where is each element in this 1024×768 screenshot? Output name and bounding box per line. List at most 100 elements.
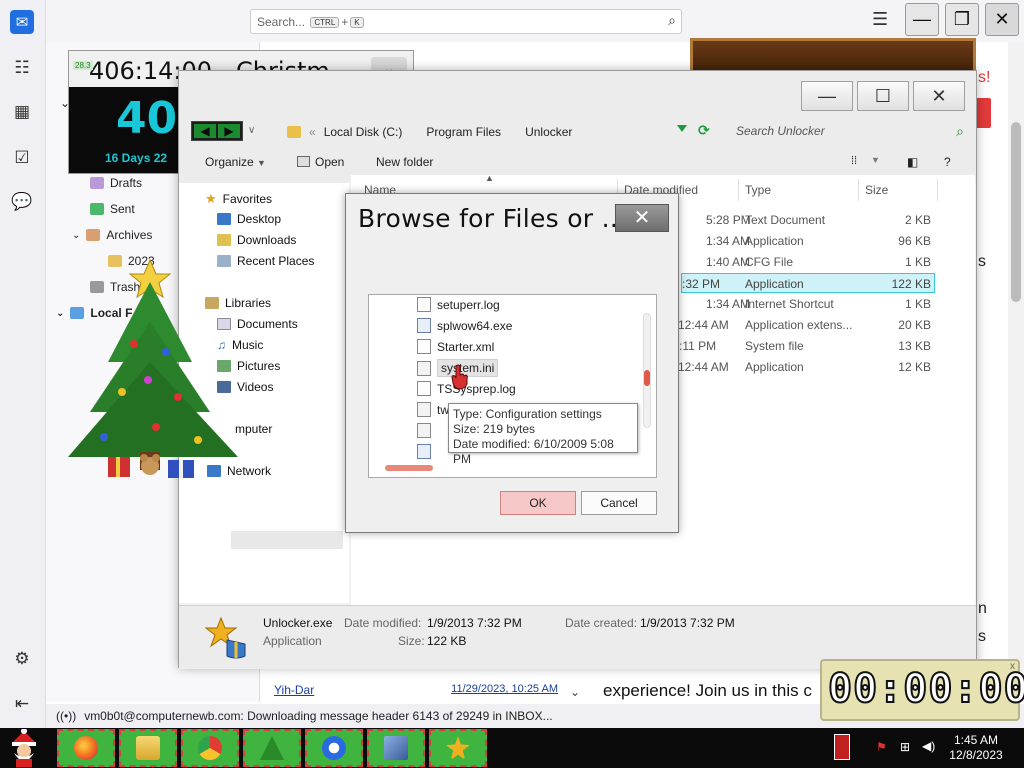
nav-label: Recent Places xyxy=(237,254,315,268)
column-size[interactable]: Size xyxy=(865,183,888,197)
network-icon[interactable]: ⊞ xyxy=(900,740,910,754)
file-row-selected[interactable]: :32 PM Application 122 KB xyxy=(681,273,935,293)
nav-desktop[interactable]: Desktop xyxy=(217,212,281,226)
breadcrumb-unlocker[interactable]: Unlocker xyxy=(525,125,572,139)
view-options-icon[interactable]: ⁞⁞ xyxy=(851,155,857,167)
christmas-tree-icon xyxy=(260,736,284,760)
breadcrumb-local-disk[interactable]: Local Disk (C:) xyxy=(324,125,403,139)
tree-item[interactable]: Starter.xml xyxy=(417,339,494,354)
new-folder-button[interactable]: New folder xyxy=(376,155,433,169)
taskbar-explorer[interactable] xyxy=(119,729,177,767)
cancel-button[interactable]: Cancel xyxy=(581,491,657,515)
settings-gear-icon[interactable]: ⚙ xyxy=(10,647,34,671)
chevron-down-icon[interactable]: ▼ xyxy=(871,155,880,165)
details-size: 122 KB xyxy=(427,634,467,648)
column-divider[interactable] xyxy=(738,179,739,201)
help-icon[interactable]: ? xyxy=(944,155,951,169)
taskbar-christmas-tree[interactable] xyxy=(243,729,301,767)
tree-item[interactable] xyxy=(417,423,437,438)
downloads-icon xyxy=(217,234,231,246)
ini-file-icon xyxy=(417,402,431,417)
thunderbird-icon xyxy=(322,736,346,760)
folder-label: Drafts xyxy=(110,176,143,190)
minimize-button[interactable]: — xyxy=(905,3,939,36)
taskbar-firefox[interactable] xyxy=(57,729,115,767)
details-date-modified: 1/9/2013 7:32 PM xyxy=(427,616,522,630)
explorer-close-button[interactable]: ✕ xyxy=(913,81,965,111)
file-type: CFG File xyxy=(745,255,793,269)
dialog-close-button[interactable]: ✕ xyxy=(615,204,669,232)
file-size: 1 KB xyxy=(904,255,931,269)
tree-horizontal-scrollbar[interactable] xyxy=(385,465,433,471)
action-center-flag-icon[interactable]: ⚑ xyxy=(876,740,887,754)
calendar-icon[interactable]: ▦ xyxy=(10,100,34,124)
column-type[interactable]: Type xyxy=(745,183,771,197)
address-dropdown-icon[interactable] xyxy=(677,125,687,132)
address-book-icon[interactable]: ☷ xyxy=(10,56,34,80)
nav-favorites[interactable]: ★ Favorites xyxy=(205,191,272,207)
collapse-icon[interactable]: ⇤ xyxy=(10,692,34,716)
preview-pane-icon[interactable]: ◧ xyxy=(907,155,918,169)
tree-vertical-scrollbar[interactable] xyxy=(643,313,651,428)
forward-arrow-icon[interactable]: ▶ xyxy=(218,124,240,138)
back-arrow-icon[interactable]: ◀ xyxy=(194,124,216,138)
taskbar-unlocker[interactable] xyxy=(429,729,487,767)
log-file-icon xyxy=(417,381,431,396)
archive-icon xyxy=(86,229,101,241)
search-icon[interactable]: ⌕ xyxy=(956,123,964,140)
taskbar-setup[interactable] xyxy=(367,729,425,767)
explorer-maximize-button[interactable]: ☐ xyxy=(857,81,909,111)
close-icon[interactable]: x xyxy=(1010,661,1015,672)
file-tooltip: Type: Configuration settings Size: 219 b… xyxy=(448,403,638,466)
tooltip-type: Type: Configuration settings xyxy=(453,407,602,421)
volume-icon[interactable]: ◀) xyxy=(922,739,935,753)
tree-item[interactable]: setuperr.log xyxy=(417,297,500,312)
nav-label: Favorites xyxy=(222,192,273,206)
folder-archives[interactable]: ⌄ Archives xyxy=(72,228,152,242)
restore-button[interactable]: ❐ xyxy=(945,3,979,36)
tree-item[interactable] xyxy=(417,444,437,459)
nav-downloads[interactable]: Downloads xyxy=(217,233,296,247)
message-row[interactable]: Yih-Dar 11/29/2023, 10:25 AM xyxy=(274,683,564,701)
chat-icon[interactable]: 💬 xyxy=(10,190,34,214)
open-button[interactable]: Open xyxy=(297,155,344,169)
global-search-input[interactable]: Search... CTRL + K ⌕ xyxy=(250,9,682,34)
app-menu-icon[interactable]: ☰ xyxy=(872,9,888,30)
folder-sent[interactable]: Sent xyxy=(90,202,135,216)
tree-item[interactable]: tw xyxy=(417,402,449,417)
scrollbar-thumb[interactable] xyxy=(1011,122,1021,302)
xml-file-icon xyxy=(417,339,431,354)
explorer-minimize-button[interactable]: — xyxy=(801,81,853,111)
taskbar-chrome[interactable] xyxy=(181,729,239,767)
folder-drafts[interactable]: Drafts xyxy=(90,176,142,190)
preview-scrollbar[interactable] xyxy=(1008,42,1024,702)
column-divider[interactable] xyxy=(937,179,938,201)
taskbar-thunderbird[interactable] xyxy=(305,729,363,767)
refresh-icon[interactable]: ⟳ xyxy=(698,122,710,139)
chevron-down-icon[interactable]: ⌄ xyxy=(570,685,580,699)
close-button[interactable]: ✕ xyxy=(985,3,1019,36)
scrollbar-thumb[interactable] xyxy=(644,370,650,386)
search-icon[interactable]: ⌕ xyxy=(668,12,676,29)
stopwatch-widget[interactable]: 00:00:00 x xyxy=(820,659,1024,721)
tree-item[interactable]: splwow64.exe xyxy=(417,318,512,333)
address-bar[interactable]: « Local Disk (C:) Program Files Unlocker xyxy=(287,121,717,143)
history-dropdown-icon[interactable]: ∨ xyxy=(248,125,255,136)
organize-button[interactable]: Organize ▼ xyxy=(205,155,266,169)
countdown-days: 16 Days 22 xyxy=(105,151,168,165)
ok-button[interactable]: OK xyxy=(500,491,576,515)
start-button-santa-icon[interactable] xyxy=(4,729,44,767)
breadcrumb-program-files[interactable]: Program Files xyxy=(426,125,501,139)
column-divider[interactable] xyxy=(858,179,859,201)
exe-file-icon xyxy=(417,318,431,333)
chevron-down-icon: ⌄ xyxy=(72,229,81,241)
file-size: 2 KB xyxy=(904,213,931,227)
mail-icon[interactable]: ✉ xyxy=(10,10,34,34)
tray-red-icon[interactable] xyxy=(834,734,850,760)
tasks-icon[interactable]: ☑ xyxy=(10,146,34,170)
tree-item-label: TSSysprep.log xyxy=(437,381,516,396)
file-size: 96 KB xyxy=(898,234,931,248)
taskbar-clock[interactable]: 1:45 AM 12/8/2023 xyxy=(940,733,1012,763)
explorer-search-input[interactable]: Search Unlocker ⌕ xyxy=(730,121,970,143)
desktop-icon xyxy=(217,213,231,225)
